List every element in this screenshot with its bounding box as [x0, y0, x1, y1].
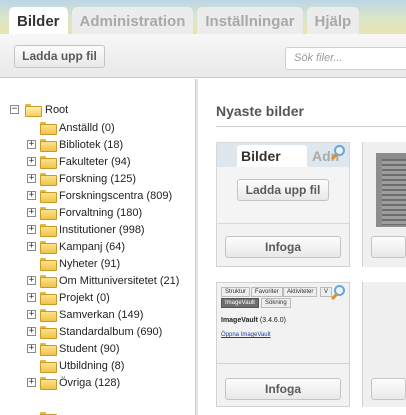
- tab-installningar[interactable]: Inställningar: [197, 7, 303, 34]
- mini-tab-sokning: Sökning: [261, 298, 291, 308]
- expand-icon[interactable]: +: [27, 293, 36, 302]
- collapse-icon[interactable]: −: [10, 105, 19, 114]
- mini-tab-aktiviteter: Aktiviteter: [283, 287, 318, 297]
- tree-node-label: Utbildning (8): [59, 360, 125, 372]
- thumbnail-upload-button: Ladda upp fil: [237, 179, 329, 201]
- insert-button[interactable]: Infoga: [225, 378, 341, 400]
- toolbar: Ladda upp fil Sök filer...: [0, 34, 406, 78]
- thumbnail-tab-bilder: Bilder: [237, 145, 307, 167]
- expand-icon[interactable]: +: [27, 208, 36, 217]
- tree-node-label: Anställd (0): [59, 122, 115, 134]
- header-bar: Bilder Administration Inställningar Hjäl…: [0, 0, 406, 34]
- tree-node-label: Forskningscentra (809): [59, 190, 173, 202]
- insert-button-partial[interactable]: [371, 236, 406, 258]
- folder-icon: [40, 292, 57, 305]
- tab-administration[interactable]: Administration: [71, 7, 194, 34]
- tree-node-label: Övriga (128): [59, 377, 121, 389]
- folder-icon: [40, 122, 57, 135]
- upload-button[interactable]: Ladda upp fil: [14, 45, 105, 68]
- tree-node-label: Om Mittuniversitetet (21): [59, 275, 180, 287]
- open-imagevault-link[interactable]: Öppna ImageVault: [221, 332, 271, 338]
- imagevault-version: (3.4.6.0): [259, 317, 286, 324]
- folder-icon: [40, 343, 57, 356]
- tree-node-label: Forvaltning (180): [59, 207, 143, 219]
- expand-icon[interactable]: +: [27, 191, 36, 200]
- expand-icon[interactable]: +: [27, 225, 36, 234]
- section-divider: [216, 126, 406, 127]
- folder-icon: [40, 207, 57, 220]
- magnifier-icon[interactable]: [330, 285, 347, 301]
- expand-icon[interactable]: +: [27, 157, 36, 166]
- folder-icon: [40, 173, 57, 186]
- folder-icon: [40, 241, 57, 254]
- mini-tab-imagevault: ImageVault: [221, 298, 259, 308]
- expand-icon[interactable]: +: [27, 140, 36, 149]
- tree-node-label: Root: [45, 104, 69, 116]
- tree-node-label: Bibliotek (18): [59, 139, 124, 151]
- insert-button-partial[interactable]: [371, 378, 406, 400]
- folder-icon: [40, 309, 57, 322]
- section-title: Nyaste bilder: [216, 103, 304, 119]
- imagevault-title: ImageVault (3.4.6.0): [221, 317, 286, 324]
- folder-icon: [40, 258, 57, 271]
- mini-tab-struktur: Struktur: [221, 287, 251, 297]
- tree-node-label: Institutioner (998): [59, 224, 145, 236]
- main-tabs: Bilder Administration Inställningar Hjäl…: [9, 7, 360, 34]
- folder-icon: [40, 360, 57, 373]
- image-thumbnail[interactable]: Struktur Favoriter Aktiviteter V ImageVa…: [216, 282, 350, 364]
- tree-node-label: Forskning (125): [59, 173, 137, 185]
- folder-icon: [40, 156, 57, 169]
- expand-icon[interactable]: +: [27, 310, 36, 319]
- tab-bilder[interactable]: Bilder: [9, 7, 68, 34]
- folder-open-icon: [25, 104, 42, 117]
- tree-node-label: Kampanj (64): [59, 241, 126, 253]
- expand-icon[interactable]: +: [27, 276, 36, 285]
- expand-icon[interactable]: +: [27, 327, 36, 336]
- tree-node-label: Samverkan (149): [59, 309, 144, 321]
- tree-node-label: Nyheter (91): [59, 258, 121, 270]
- tree-node-label: Fakulteter (94): [59, 156, 131, 168]
- magnifier-icon[interactable]: [330, 145, 347, 161]
- mini-tab-favoriter: Favoriter: [251, 287, 283, 297]
- expand-icon[interactable]: +: [27, 378, 36, 387]
- tree-node-label: Standardalbum (690): [59, 326, 163, 338]
- folder-icon: [40, 224, 57, 237]
- folder-icon: [40, 190, 57, 203]
- expand-icon[interactable]: +: [27, 242, 36, 251]
- search-input[interactable]: Sök filer...: [285, 47, 406, 70]
- image-thumbnail-partial[interactable]: [376, 153, 406, 227]
- folder-icon: [40, 377, 57, 390]
- folder-icon: [40, 326, 57, 339]
- tree-node-label: Student (90): [59, 343, 120, 355]
- folder-icon: [40, 139, 57, 152]
- insert-button[interactable]: Infoga: [225, 236, 341, 258]
- expand-icon[interactable]: +: [27, 344, 36, 353]
- tab-hjalp[interactable]: Hjälp: [306, 7, 360, 34]
- folder-icon: [40, 275, 57, 288]
- image-thumbnail[interactable]: Bilder Adn Ladda upp fil: [216, 142, 350, 224]
- expand-icon[interactable]: +: [27, 174, 36, 183]
- tree-node-label: Projekt (0): [59, 292, 110, 304]
